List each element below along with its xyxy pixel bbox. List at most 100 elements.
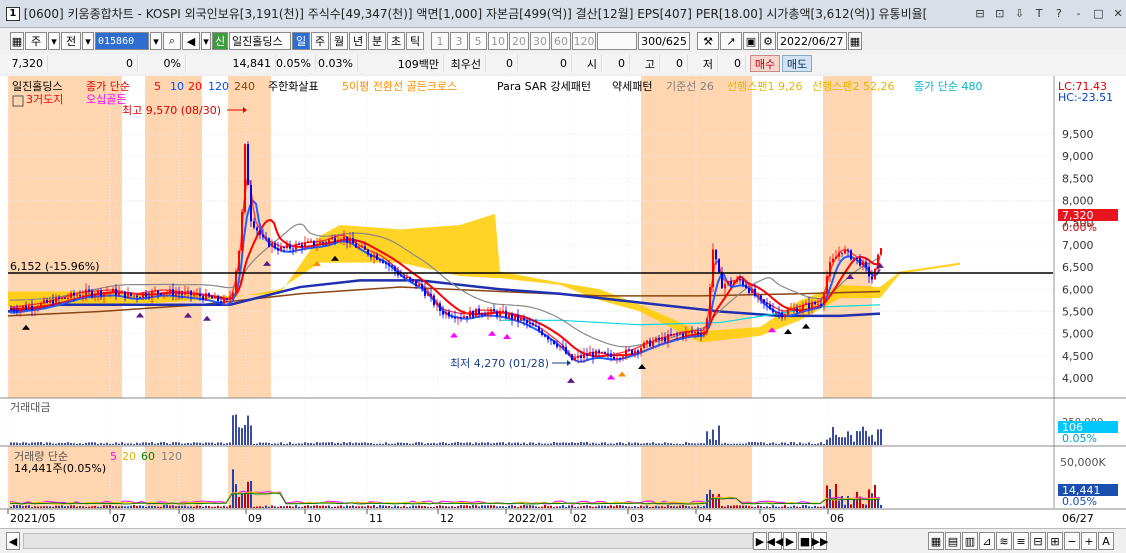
candle-body [133, 295, 135, 297]
candle-body [49, 300, 51, 303]
play-icon[interactable]: ▶ [783, 532, 797, 550]
tool-icon-5[interactable]: ≋ [996, 532, 1012, 550]
period-second[interactable]: 초 [387, 32, 405, 50]
text-size-icon[interactable]: A [1098, 532, 1114, 550]
play-forward-icon[interactable]: ▶▶ [812, 532, 828, 550]
maximize-button[interactable]: □ [1091, 6, 1107, 22]
interval-10[interactable]: 10 [488, 32, 508, 50]
tool-icon-7[interactable]: ⊟ [1030, 532, 1046, 550]
speaker-icon[interactable]: ◀ [182, 32, 200, 50]
save-icon[interactable]: ▣ [743, 32, 759, 50]
type-select[interactable]: 주 [25, 32, 47, 50]
volume-bar [235, 484, 237, 508]
period-yearly[interactable]: 년 [349, 32, 367, 50]
zoom-in-icon[interactable]: + [1081, 532, 1097, 550]
grid-icon[interactable]: ▦ [10, 32, 24, 50]
zoom-out-icon[interactable]: − [1064, 532, 1080, 550]
calendar-icon[interactable]: ▦ [848, 32, 862, 50]
chart-area[interactable]: 6,152 (-15.96%) 최고 9,570 (08/30) 최저 4,27… [0, 76, 1126, 528]
tool-icon-2[interactable]: ▤ [945, 532, 961, 550]
data-count[interactable]: 300/625 [638, 32, 690, 50]
tool-icon-6[interactable]: ≡ [1013, 532, 1029, 550]
chevron-down-icon[interactable]: ▾ [201, 32, 211, 50]
interval-60[interactable]: 60 [551, 32, 571, 50]
volume-bar [214, 506, 216, 508]
volume-bar [511, 505, 513, 508]
interval-20[interactable]: 20 [509, 32, 529, 50]
chevron-down-icon[interactable]: ▾ [48, 32, 60, 50]
gear-icon[interactable]: ⚙ [760, 32, 776, 50]
interval-120[interactable]: 120 [572, 32, 596, 50]
volume-bar [613, 506, 615, 508]
price-chart-svg[interactable]: 6,152 (-15.96%) 최고 9,570 (08/30) 최저 4,27… [0, 76, 1126, 528]
candle-body [805, 302, 807, 305]
date-input[interactable]: 2022/06/27 [777, 32, 847, 50]
amount-bar [868, 436, 870, 445]
interval-3[interactable]: 3 [450, 32, 468, 50]
new-badge[interactable]: 신 [212, 32, 228, 50]
amount-bar [859, 431, 861, 445]
amount-bar [130, 443, 132, 445]
interval-1[interactable]: 1 [431, 32, 449, 50]
tile-icon[interactable]: ⊟ [972, 6, 988, 22]
tool-icon-3[interactable]: ▥ [962, 532, 978, 550]
scroll-left-icon[interactable]: ◀ [6, 532, 20, 550]
candle-body [871, 276, 873, 280]
candle-body [475, 308, 477, 318]
layout-icon[interactable]: ⊡ [992, 6, 1008, 22]
tool-icon-4[interactable]: ⊿ [979, 532, 995, 550]
amount-bar [754, 442, 756, 445]
scrollbar-track[interactable] [23, 533, 753, 549]
pin-icon[interactable]: ⇩ [1012, 6, 1028, 22]
candle-body [868, 266, 870, 277]
amount-bar [199, 442, 201, 445]
buy-button[interactable]: 매수 [750, 55, 780, 72]
amount-bar [91, 442, 93, 445]
help-icon[interactable]: ? [1051, 6, 1067, 22]
period-daily[interactable]: 일 [292, 32, 310, 50]
chevron-down-icon[interactable]: ▾ [82, 32, 94, 50]
chevron-down-icon[interactable]: ▾ [150, 32, 162, 50]
candle-body [19, 308, 21, 312]
custom-interval-input[interactable] [597, 32, 637, 50]
search-icon[interactable]: ⌕ [163, 32, 181, 50]
period-monthly[interactable]: 월 [330, 32, 348, 50]
volume-bar [64, 506, 66, 508]
volume-bar [823, 506, 825, 508]
amount-bar [466, 442, 468, 445]
volume-bar [523, 505, 525, 508]
volume-bar [415, 505, 417, 508]
amount-bar [478, 443, 480, 445]
interval-5[interactable]: 5 [469, 32, 487, 50]
play-back-icon[interactable]: ◀◀ [767, 532, 783, 550]
amount-bar [388, 443, 390, 445]
volume-bar [352, 505, 354, 508]
volume-bar [70, 505, 72, 508]
volume-bar [319, 505, 321, 508]
text-icon[interactable]: T [1031, 6, 1047, 22]
volume-bar [76, 506, 78, 508]
volume-bar [112, 506, 114, 508]
candle-body [244, 144, 246, 212]
period-weekly[interactable]: 주 [311, 32, 329, 50]
full-toggle[interactable]: 전 [61, 32, 81, 50]
interval-30[interactable]: 30 [530, 32, 550, 50]
sell-button[interactable]: 매도 [782, 55, 812, 72]
stop-icon[interactable]: ■ [798, 532, 812, 550]
price-tick: 8,000 [1062, 195, 1094, 208]
indicator-icon[interactable]: ⚒ [697, 32, 719, 50]
close-button[interactable]: ✕ [1110, 6, 1126, 22]
tool-icon-8[interactable]: ⊞ [1047, 532, 1063, 550]
period-minute[interactable]: 분 [368, 32, 386, 50]
stock-code-input[interactable]: 015860 [95, 32, 149, 50]
candle-body [772, 308, 774, 313]
volume-bar [739, 505, 741, 508]
pattern-icon[interactable]: ↗ [720, 32, 742, 50]
minimize-button[interactable]: - [1071, 6, 1087, 22]
candle-body [37, 307, 39, 309]
scroll-right-icon[interactable]: ▶ [753, 532, 767, 550]
candle-body [532, 323, 534, 326]
amount-bar [274, 443, 276, 445]
tool-icon-1[interactable]: ▦ [928, 532, 944, 550]
period-tick[interactable]: 틱 [406, 32, 424, 50]
